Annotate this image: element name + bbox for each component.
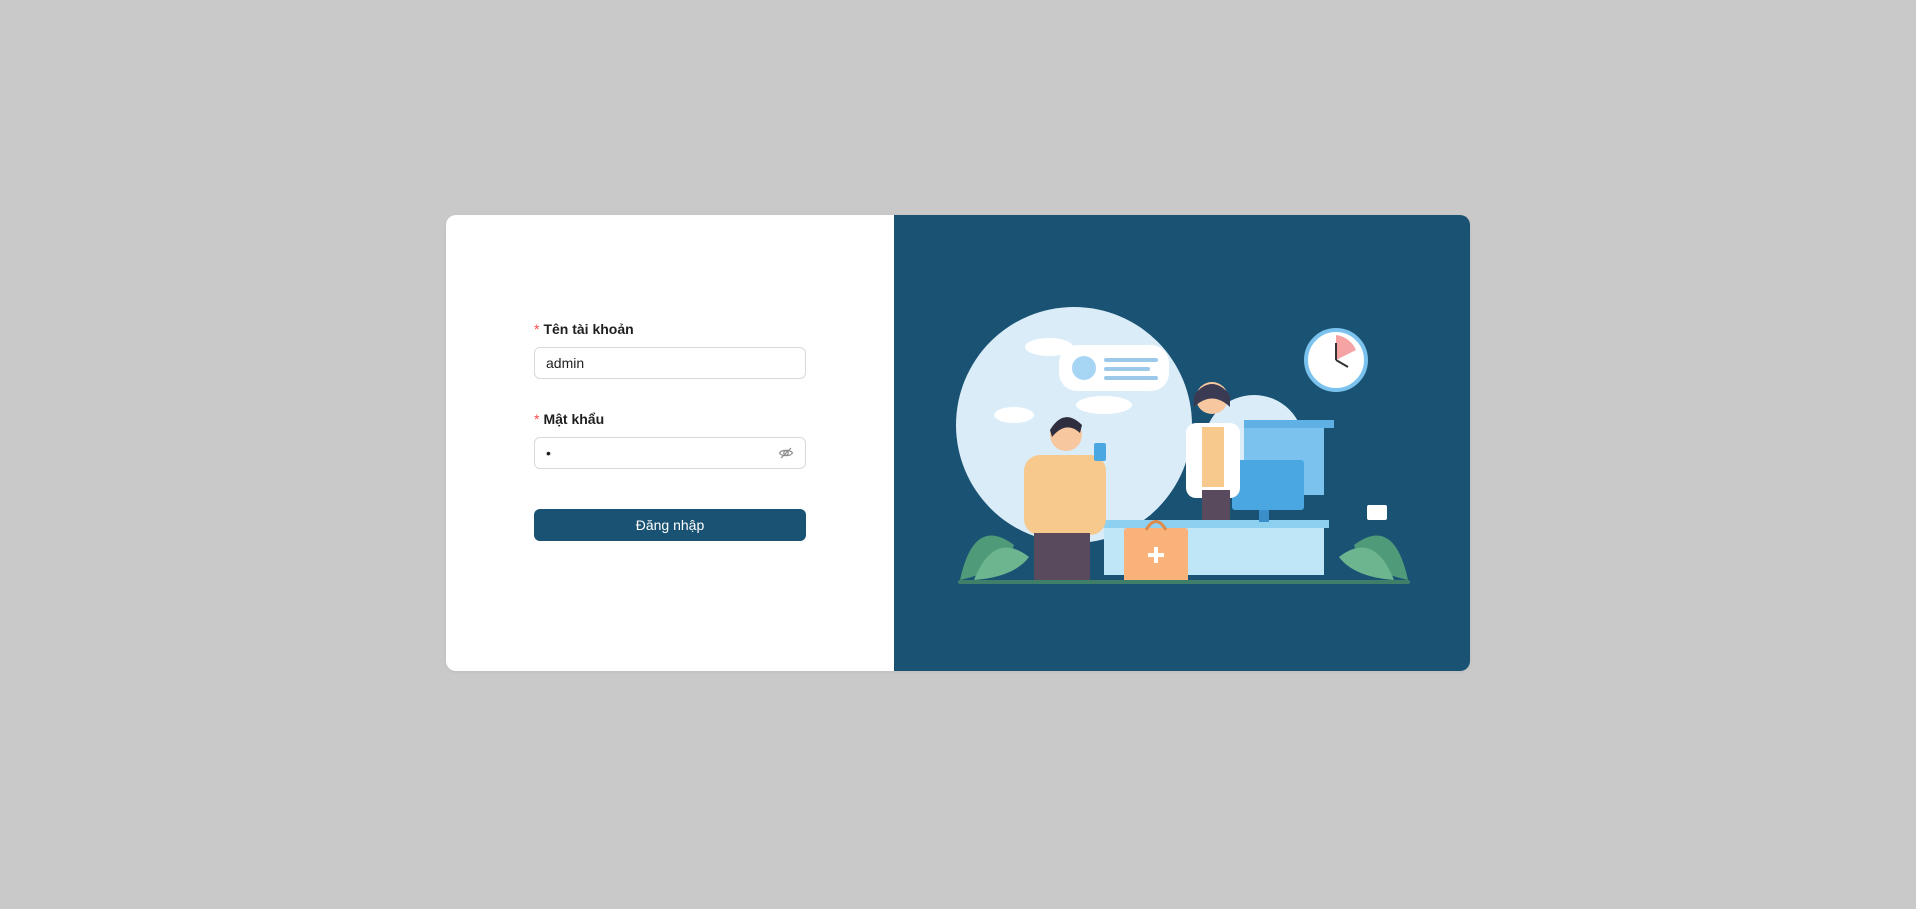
login-form: * Tên tài khoản * Mật khẩu: [534, 319, 806, 541]
pharmacy-illustration: [956, 307, 1410, 584]
login-form-panel: * Tên tài khoản * Mật khẩu: [446, 215, 894, 671]
username-input[interactable]: [546, 348, 794, 378]
pill-icon: [1072, 356, 1096, 380]
illustration-panel: [894, 215, 1470, 671]
password-field[interactable]: [534, 437, 806, 469]
password-label-text: Mật khẩu: [543, 411, 605, 427]
cloud: [994, 407, 1034, 423]
computer-monitor: [1232, 460, 1304, 510]
first-aid-kit: [1367, 505, 1387, 520]
ground: [958, 580, 1410, 584]
customer-shirt: [1024, 455, 1106, 535]
username-label: * Tên tài khoản: [534, 319, 806, 339]
username-field[interactable]: [534, 347, 806, 379]
cloud: [1076, 396, 1132, 414]
login-button[interactable]: Đăng nhập: [534, 509, 806, 541]
customer-pants: [1034, 533, 1090, 581]
username-label-text: Tên tài khoản: [543, 321, 634, 337]
password-input[interactable]: [546, 438, 778, 468]
password-label: * Mật khẩu: [534, 409, 806, 429]
required-mark: *: [534, 321, 540, 337]
required-mark: *: [534, 411, 540, 427]
login-card: * Tên tài khoản * Mật khẩu: [446, 215, 1470, 671]
eye-invisible-icon[interactable]: [778, 445, 794, 461]
